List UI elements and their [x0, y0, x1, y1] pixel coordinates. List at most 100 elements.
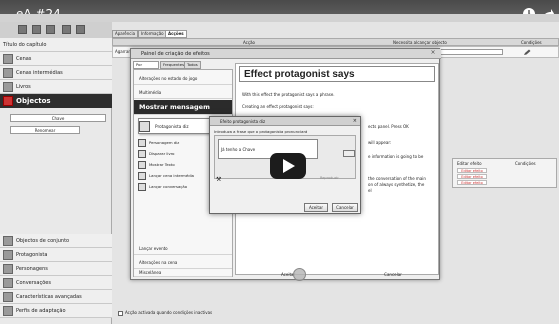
tab-actions[interactable]: Acções: [165, 30, 187, 38]
sidebar-item-scenes[interactable]: Cenas: [0, 52, 112, 66]
run-icon[interactable]: [62, 25, 71, 34]
sidebar-item-conversations[interactable]: Conversações: [0, 276, 112, 290]
sidebar-item-label: Cenas intermédias: [16, 70, 63, 76]
sidebar-item-label: Cenas: [16, 56, 32, 62]
description-text: ects panel. Press OK: [368, 124, 409, 129]
category-show-message[interactable]: Mostrar mensagem: [134, 100, 232, 115]
description-text: With this effect the protagonist says a …: [242, 92, 335, 97]
tab-by-category[interactable]: Por categorias: [133, 61, 159, 73]
category-game-state[interactable]: Alterações no estado do jogo: [134, 72, 232, 85]
action-active-checkbox[interactable]: [118, 310, 123, 316]
dialog-titlebar: Painel de criação de efeitos ×: [131, 49, 441, 59]
sidebar-item-label: Características avançadas: [16, 294, 82, 300]
sidebar-item-set-objects[interactable]: Objectos de conjunto: [0, 234, 112, 248]
effect-label: Personagem diz: [149, 140, 180, 145]
effect-label: Lançar conversação: [149, 184, 188, 189]
category-launch-event[interactable]: Lançar evento: [134, 242, 232, 255]
sidebar-item-label: Conversações: [16, 280, 51, 286]
category-label: Alterações no estado do jogo: [139, 76, 198, 81]
character-speech-icon: [138, 139, 146, 147]
sidebar-item-label: Livros: [16, 84, 31, 90]
actions-grid-header: Acção Necessita alcançar objecto Condiçõ…: [112, 38, 559, 46]
action-column-header: Acção: [243, 40, 255, 45]
sidebar-item-label: Protagonista: [16, 252, 48, 258]
category-multimedia[interactable]: Multimédia: [134, 86, 232, 99]
object-list-item[interactable]: Chave: [10, 114, 106, 122]
cutscene-icon: [3, 68, 13, 78]
phrase-prompt: Introduza a frase que o protagonista pro…: [214, 129, 308, 134]
category-label: Alterações na cena: [139, 260, 178, 265]
sidebar-item-label: Personagens: [16, 266, 48, 272]
requirement-column-header: Necessita alcançar objecto: [393, 40, 447, 45]
effect-label: Mostrar Texto: [149, 162, 175, 167]
open-icon[interactable]: [32, 25, 41, 34]
chapter-title-label: Título do capítulo: [3, 42, 47, 48]
conditions-column-header: Condições: [521, 40, 542, 45]
play-button[interactable]: [270, 153, 306, 179]
characters-icon: [3, 264, 13, 274]
voice-button[interactable]: [343, 150, 355, 157]
conversation-icon: [138, 183, 146, 191]
category-label: Multimédia: [139, 90, 162, 95]
conversations-icon: [3, 278, 13, 288]
dialog-title: Efeito protagonista diz: [220, 119, 266, 124]
sidebar-item-label: Perfis de adaptação: [16, 308, 66, 314]
description-text: Creating an effect protagonist says:: [242, 104, 314, 109]
description-text: e information is going to be: [368, 154, 424, 159]
cancel-button[interactable]: Cancelar: [332, 203, 358, 212]
effects-table: Editar efeito Condições Editar efeito Ed…: [452, 158, 557, 188]
scene-icon: [3, 54, 13, 64]
sidebar-item-characters[interactable]: Personagens: [0, 262, 112, 276]
book-icon: [3, 82, 13, 92]
edit-effect-button[interactable]: Editar efeito: [457, 180, 487, 185]
save-icon[interactable]: [46, 25, 55, 34]
category-label: Miscelânea: [139, 270, 162, 275]
effect-label: Lançar cena intermédia: [149, 173, 195, 178]
category-misc[interactable]: Miscelânea: [134, 268, 232, 277]
click-indicator: [293, 268, 306, 281]
sidebar-item-protagonist[interactable]: Protagonista: [0, 248, 112, 262]
play-audio-field[interactable]: Reproduzir: [320, 176, 339, 180]
edit-effect-button[interactable]: Editar efeito: [457, 174, 487, 179]
description-text: el: [368, 188, 372, 193]
rename-button[interactable]: Renomear: [10, 126, 80, 134]
action-active-checkbox-row[interactable]: Acção activada quando condições inactiva…: [118, 310, 212, 316]
debug-icon[interactable]: [76, 25, 85, 34]
effect-label: Disparar livro: [149, 151, 175, 156]
category-label: Mostrar mensagem: [139, 103, 210, 111]
tab-information[interactable]: Informação: [138, 30, 167, 38]
sidebar-item-books[interactable]: Livros: [0, 80, 112, 94]
dialog-title: Painel de criação de efeitos: [141, 51, 210, 57]
sidebar-item-advanced[interactable]: Características avançadas: [0, 290, 112, 304]
description-text: the conversation of the main: [368, 176, 426, 181]
category-label: Lançar evento: [139, 246, 168, 251]
tab-all[interactable]: Todos: [184, 61, 201, 69]
protagonist-speech-icon: [139, 121, 150, 132]
sidebar-section-objects[interactable]: Objectos: [0, 94, 112, 108]
tools-icon[interactable]: ⚒: [216, 176, 221, 183]
edit-pencil-icon[interactable]: [523, 49, 531, 56]
edit-effect-button[interactable]: Editar efeito: [457, 168, 487, 173]
description-title-box: Effect protagonist says: [239, 66, 435, 82]
object-icon: [3, 96, 13, 106]
sidebar-item-label: Objectos de conjunto: [16, 238, 70, 244]
cutscene-icon: [138, 172, 146, 180]
close-icon[interactable]: ×: [429, 50, 437, 57]
description-text: on of always synthetize, the: [368, 182, 425, 187]
sidebar-item-adaptation[interactable]: Perfis de adaptação: [0, 304, 112, 318]
sidebar-chapter-title[interactable]: Título do capítulo: [0, 38, 112, 52]
tab-appearance[interactable]: Aparência: [112, 30, 139, 38]
menu-bar: [0, 14, 559, 22]
close-icon[interactable]: ×: [353, 118, 357, 124]
objects-section-title: Objectos: [16, 97, 51, 105]
cancel-button[interactable]: Cancelar: [383, 271, 403, 280]
advanced-icon: [3, 292, 13, 302]
description-text: will appear:: [368, 140, 392, 145]
play-icon: [283, 159, 295, 173]
sidebar-item-cutscenes[interactable]: Cenas intermédias: [0, 66, 112, 80]
book-icon: [138, 150, 146, 158]
effects-col-header: Editar efeito: [457, 161, 482, 166]
ok-button[interactable]: Aceitar: [304, 203, 328, 212]
new-icon[interactable]: [18, 25, 27, 34]
adaptation-icon: [3, 306, 13, 316]
